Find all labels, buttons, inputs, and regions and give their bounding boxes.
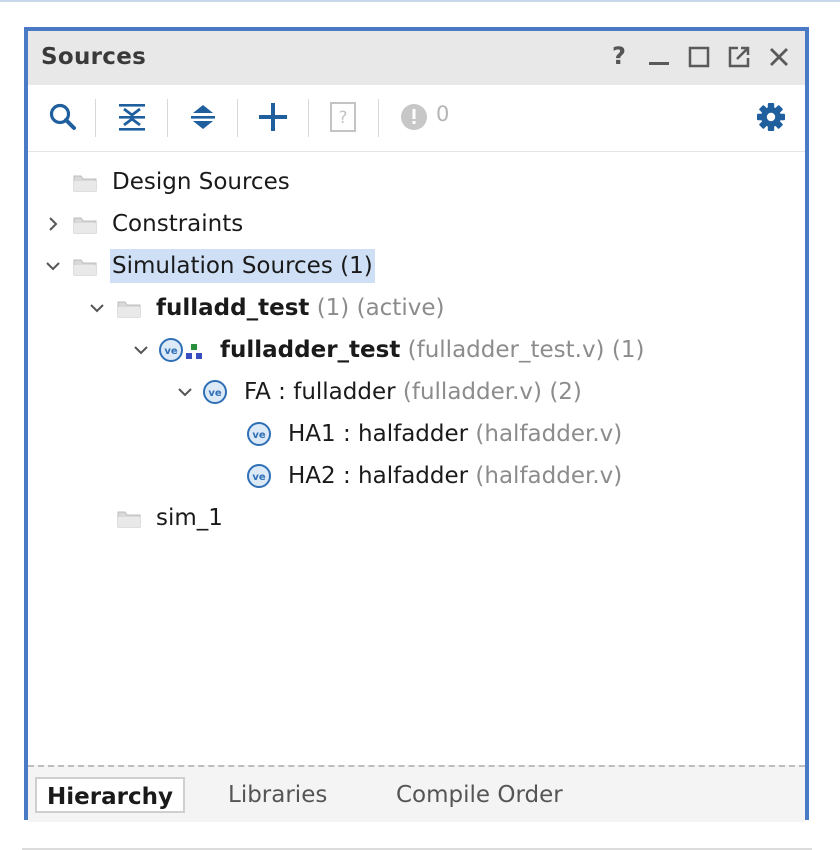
module-file: (fulladder_test.v) bbox=[407, 337, 605, 363]
toolbar-separator bbox=[95, 99, 96, 137]
top-divider bbox=[0, 0, 840, 2]
chevron-down-icon[interactable] bbox=[44, 257, 62, 275]
tree-item-label: HA1 : halfadder (halfadder.v) bbox=[288, 419, 622, 449]
verilog-file-icon: ve bbox=[159, 338, 183, 362]
tab-compile-order[interactable]: Compile Order bbox=[396, 777, 563, 813]
tree-item-ha1-instance[interactable]: ve HA1 : halfadder (halfadder.v) bbox=[28, 414, 668, 454]
svg-text:ve: ve bbox=[164, 346, 178, 357]
instance-name: HA1 : halfadder bbox=[288, 421, 469, 447]
sources-panel: Sources ? ? 0 Design Sources Constraints… bbox=[24, 27, 809, 822]
minimize-button[interactable] bbox=[644, 42, 674, 72]
folder-icon bbox=[117, 301, 141, 318]
chevron-down-icon[interactable] bbox=[176, 383, 194, 401]
tree-item-simulation-sources[interactable]: Simulation Sources (1) bbox=[28, 246, 448, 286]
tab-hierarchy[interactable]: Hierarchy bbox=[35, 777, 185, 813]
expand-all-icon bbox=[191, 105, 215, 129]
toolbar-separator bbox=[167, 99, 168, 137]
tree-item-label: Design Sources bbox=[112, 169, 290, 195]
tree-item-label: fulladd_test (1) (active) bbox=[156, 293, 444, 323]
svg-text:ve: ve bbox=[252, 472, 266, 483]
toolbar-separator bbox=[308, 99, 309, 137]
instance-file: (fulladder.v) bbox=[402, 379, 543, 405]
status-indicator[interactable] bbox=[397, 100, 431, 134]
maximize-icon bbox=[688, 46, 710, 68]
collapse-all-button[interactable] bbox=[115, 100, 149, 134]
search-icon bbox=[49, 103, 76, 130]
folder-icon bbox=[117, 511, 141, 528]
fileset-name: fulladd_test bbox=[156, 295, 310, 321]
panel-titlebar: Sources ? bbox=[28, 31, 805, 85]
tree-item-constraints[interactable]: Constraints bbox=[28, 204, 428, 244]
module-name: fulladder_test bbox=[220, 337, 401, 363]
tree-item-label-selected: Simulation Sources (1) bbox=[110, 249, 375, 283]
toolbar-separator bbox=[378, 99, 379, 137]
tree-item-label: FA : fulladder (fulladder.v) (2) bbox=[244, 377, 582, 407]
expand-all-button[interactable] bbox=[186, 100, 220, 134]
close-icon bbox=[770, 48, 788, 66]
unknown-file-button[interactable]: ? bbox=[326, 100, 360, 134]
verilog-file-icon: ve bbox=[247, 464, 271, 488]
folder-icon bbox=[73, 259, 97, 276]
settings-button[interactable] bbox=[754, 100, 788, 134]
minimize-icon bbox=[649, 62, 669, 65]
svg-text:?: ? bbox=[338, 108, 347, 128]
collapse-all-icon bbox=[119, 104, 145, 131]
instance-name: HA2 : halfadder bbox=[288, 463, 469, 489]
add-sources-button[interactable] bbox=[256, 100, 290, 134]
verilog-file-icon: ve bbox=[203, 380, 227, 404]
tree-item-fileset-fulladd-test[interactable]: fulladd_test (1) (active) bbox=[28, 288, 528, 328]
fileset-state: (active) bbox=[356, 295, 445, 321]
sources-toolbar: ? 0 bbox=[28, 85, 805, 152]
float-button[interactable] bbox=[724, 42, 754, 72]
instance-count: (2) bbox=[549, 379, 582, 405]
verilog-file-icon: ve bbox=[247, 422, 271, 446]
tree-item-ha2-instance[interactable]: ve HA2 : halfadder (halfadder.v) bbox=[28, 456, 668, 496]
svg-text:ve: ve bbox=[252, 430, 266, 441]
bottom-tab-bar: Hierarchy Libraries Compile Order bbox=[28, 765, 805, 822]
gear-icon bbox=[757, 103, 785, 131]
fileset-count: (1) bbox=[316, 295, 350, 321]
chevron-right-icon[interactable] bbox=[44, 215, 62, 233]
tree-item-design-sources[interactable]: Design Sources bbox=[28, 162, 428, 202]
tree-item-label: Constraints bbox=[112, 211, 244, 237]
svg-text:ve: ve bbox=[208, 388, 222, 399]
chevron-down-icon[interactable] bbox=[132, 341, 150, 359]
chevron-down-icon[interactable] bbox=[88, 299, 106, 317]
tree-item-label: sim_1 bbox=[156, 505, 223, 531]
tree-item-label: fulladder_test (fulladder_test.v) (1) bbox=[220, 335, 644, 365]
panel-title: Sources bbox=[41, 44, 147, 70]
tree-item-fa-instance[interactable]: ve FA : fulladder (fulladder.v) (2) bbox=[28, 372, 648, 412]
tree-item-sim-1[interactable]: sim_1 bbox=[28, 498, 328, 538]
tree-item-top-module[interactable]: ve fulladder_test (fulladder_test.v) (1) bbox=[28, 330, 708, 370]
instance-file: (halfadder.v) bbox=[475, 463, 623, 489]
module-count: (1) bbox=[611, 337, 645, 363]
maximize-button[interactable] bbox=[684, 42, 714, 72]
float-icon bbox=[728, 46, 750, 68]
help-button[interactable]: ? bbox=[606, 42, 636, 72]
search-button[interactable] bbox=[46, 100, 80, 134]
instance-name: FA : fulladder bbox=[244, 379, 396, 405]
status-dot-icon bbox=[401, 104, 427, 130]
status-count: 0 bbox=[436, 102, 450, 126]
instance-file: (halfadder.v) bbox=[475, 421, 623, 447]
add-icon bbox=[259, 103, 287, 131]
toolbar-separator bbox=[237, 99, 238, 137]
close-button[interactable] bbox=[764, 42, 794, 72]
tab-libraries[interactable]: Libraries bbox=[228, 777, 327, 813]
folder-icon bbox=[73, 217, 97, 234]
top-module-icon bbox=[186, 344, 202, 359]
folder-icon bbox=[73, 175, 97, 192]
tree-item-label: HA2 : halfadder (halfadder.v) bbox=[288, 461, 622, 491]
unknown-file-icon: ? bbox=[330, 102, 356, 132]
help-icon: ? bbox=[612, 42, 626, 70]
